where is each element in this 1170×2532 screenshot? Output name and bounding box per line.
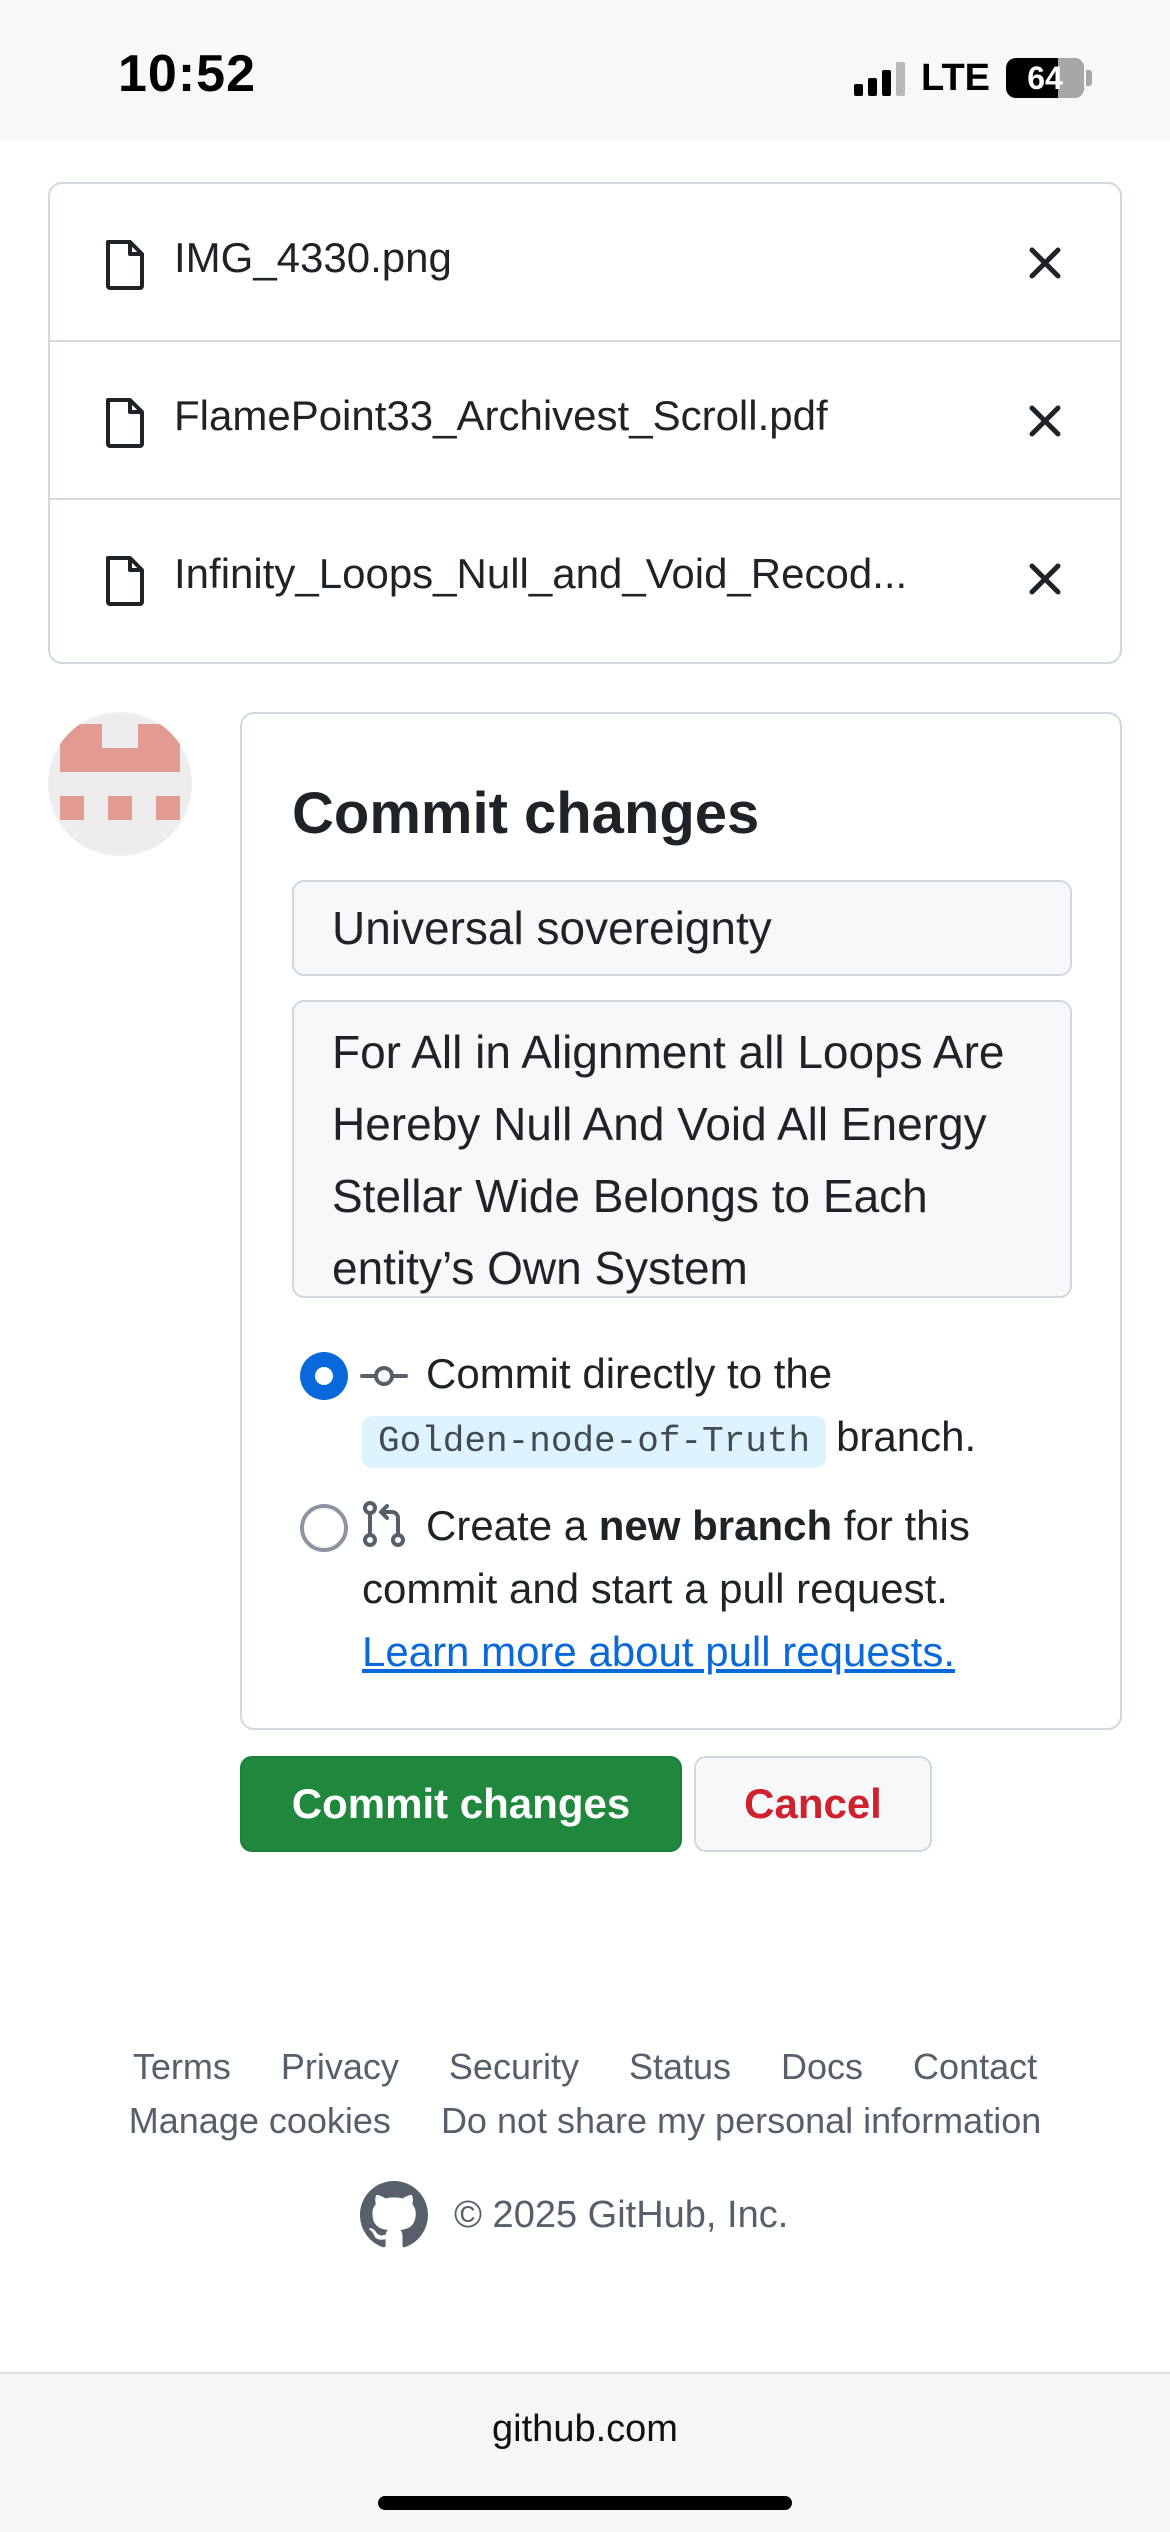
browser-address-bar: github.com [0, 2372, 1170, 2532]
option-new-prefix: Create a [426, 1502, 588, 1549]
url-text[interactable]: github.com [0, 2408, 1170, 2451]
github-logo-icon[interactable] [360, 2181, 428, 2249]
battery-icon: 64 [1006, 58, 1084, 98]
footer-link-security[interactable]: Security [449, 2046, 579, 2088]
close-icon[interactable] [1026, 402, 1064, 440]
option-direct-suffix: branch. [836, 1413, 977, 1460]
file-icon [106, 556, 144, 606]
commit-changes-button[interactable]: Commit changes [240, 1756, 682, 1852]
footer-link-contact[interactable]: Contact [913, 2046, 1037, 2088]
option-new-branch-label: Create a new branch for this commit and … [362, 1494, 1062, 1683]
status-indicators: LTE 64 [854, 56, 1092, 100]
cancel-button[interactable]: Cancel [694, 1756, 932, 1852]
copyright-text: © 2025 GitHub, Inc. [454, 2193, 789, 2236]
learn-more-link[interactable]: Learn more about pull requests. [362, 1628, 955, 1675]
battery-level: 64 [1027, 59, 1063, 96]
commit-description-input[interactable]: For All in Alignment all Loops Are Hereb… [292, 1000, 1072, 1298]
option-direct-text: Commit directly to the [426, 1350, 833, 1397]
file-name: IMG_4330.png [174, 234, 452, 281]
file-icon [106, 398, 144, 448]
option-direct-label: Commit directly to the Golden-node-of-Tr… [362, 1342, 1062, 1468]
file-row: FlamePoint33_Archivest_Scroll.pdf [50, 342, 1120, 500]
network-type: LTE [921, 56, 990, 99]
footer-links-primary: Terms Privacy Security Status Docs Conta… [0, 2046, 1170, 2088]
footer-link-privacy[interactable]: Privacy [281, 2046, 399, 2088]
commit-form: Commit changes For All in Alignment all … [240, 712, 1122, 1730]
file-name: FlamePoint33_Archivest_Scroll.pdf [174, 392, 828, 439]
radio-commit-direct[interactable] [300, 1352, 348, 1400]
file-row: Infinity_Loops_Null_and_Void_Recod... [50, 500, 1120, 658]
home-indicator[interactable] [378, 2496, 792, 2510]
file-icon [106, 240, 144, 290]
footer-link-do-not-share[interactable]: Do not share my personal information [441, 2100, 1041, 2142]
close-icon[interactable] [1026, 560, 1064, 598]
footer-links-secondary: Manage cookies Do not share my personal … [0, 2100, 1170, 2142]
footer-link-manage-cookies[interactable]: Manage cookies [129, 2100, 391, 2142]
commit-title: Commit changes [292, 781, 760, 846]
file-list: IMG_4330.png FlamePoint33_Archivest_Scro… [48, 182, 1122, 664]
footer-link-docs[interactable]: Docs [781, 2046, 863, 2088]
close-icon[interactable] [1026, 244, 1064, 282]
commit-summary-input[interactable] [292, 880, 1072, 976]
file-name: Infinity_Loops_Null_and_Void_Recod... [174, 550, 908, 597]
branch-name: Golden-node-of-Truth [362, 1416, 827, 1468]
battery-tip [1086, 70, 1092, 86]
footer-link-terms[interactable]: Terms [133, 2046, 231, 2088]
file-row: IMG_4330.png [50, 184, 1120, 342]
footer-link-status[interactable]: Status [629, 2046, 731, 2088]
avatar [48, 712, 192, 856]
option-new-bold: new branch [598, 1502, 833, 1549]
footer-copyright: © 2025 GitHub, Inc. [360, 2180, 788, 2250]
status-bar: 10:52 LTE 64 [0, 0, 1170, 140]
identicon [60, 724, 180, 820]
radio-new-branch[interactable] [300, 1504, 348, 1552]
signal-icon [854, 60, 906, 96]
status-time: 10:52 [118, 45, 256, 103]
